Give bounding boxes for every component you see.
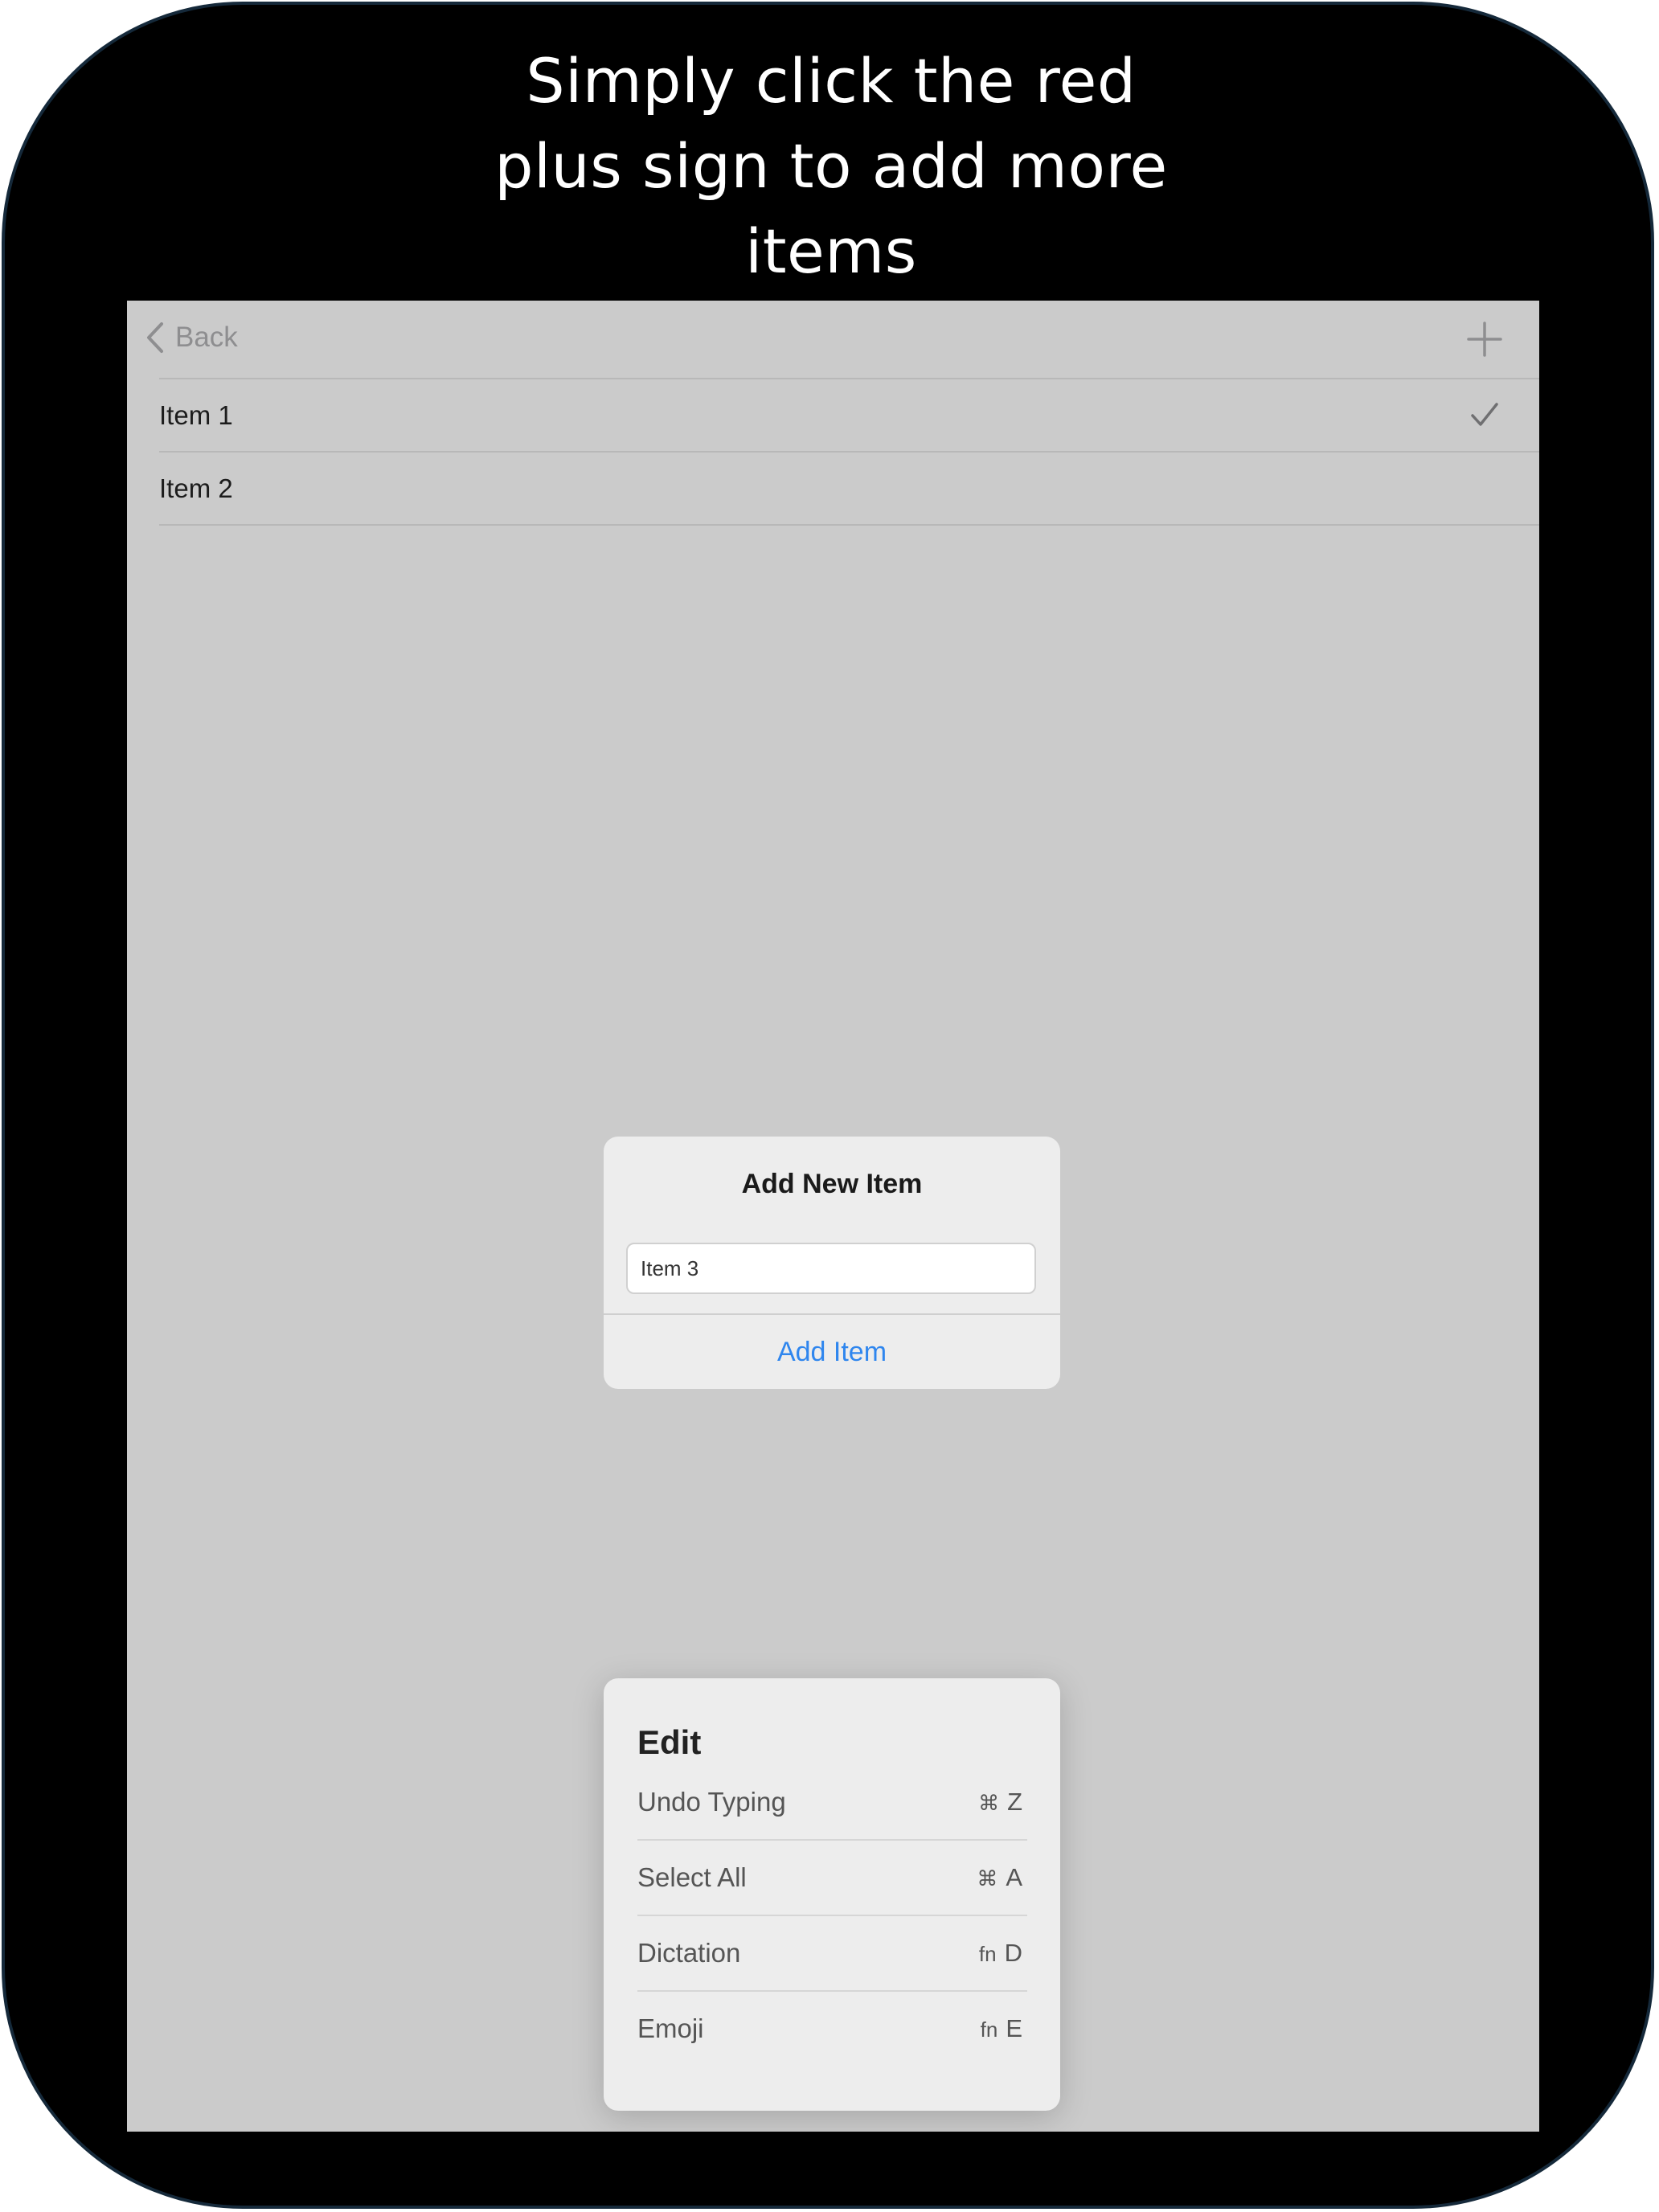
list-item-label: Item 1 [159,399,233,430]
caption-line: plus sign to add more [494,130,1168,202]
item-name-input[interactable] [626,1243,1036,1294]
menu-items: Undo Typing ⌘ Z Select All ⌘ A Dictation f… [637,1765,1027,2066]
add-item-dialog: Add New Item Add Item [604,1137,1060,1389]
navigation-bar: Back [127,301,1539,378]
keyboard-shortcut: fn D [979,1939,1022,1968]
list-item-label: Item 2 [159,473,233,503]
fn-key-label: fn [978,1942,997,1966]
back-label: Back [175,322,238,353]
list-item[interactable]: Item 2 [159,451,1539,526]
menu-item-dictation[interactable]: Dictation fn D [637,1915,1027,1990]
menu-item-emoji[interactable]: Emoji fn E [637,1990,1027,2066]
caption-line: Simply click the red [526,45,1137,117]
chevron-left-icon [147,322,163,353]
command-key-icon: ⌘ [978,1791,1000,1815]
command-key-icon: ⌘ [977,1866,998,1890]
menu-item-label: Select All [637,1862,747,1892]
shortcut-key: Z [1007,1788,1022,1816]
menu-title: Edit [637,1723,702,1761]
shortcut-key: D [1004,1939,1022,1967]
menu-item-undo-typing[interactable]: Undo Typing ⌘ Z [637,1765,1027,1839]
menu-item-label: Emoji [637,2013,704,2043]
menu-item-label: Dictation [637,1938,741,1968]
add-item-button[interactable]: Add Item [604,1315,1060,1389]
keyboard-shortcut: ⌘ A [977,1863,1022,1892]
menu-item-label: Undo Typing [637,1787,786,1817]
edit-menu: Edit Undo Typing ⌘ Z Select All ⌘ A Dictat… [604,1678,1060,2111]
item-list: Item 1 Item 2 [159,378,1539,526]
back-button[interactable]: Back [146,313,238,362]
keyboard-shortcut: fn E [981,2014,1022,2043]
list-item[interactable]: Item 1 [159,378,1539,451]
shortcut-key: E [1006,2014,1022,2042]
plus-icon[interactable] [1462,317,1507,362]
caption: Simply click the red plus sign to add mo… [5,39,1651,294]
menu-item-select-all[interactable]: Select All ⌘ A [637,1839,1027,1915]
caption-line: items [745,215,917,287]
shortcut-key: A [1006,1863,1022,1891]
checkmark-icon [1471,403,1498,426]
fn-key-label: fn [980,2017,998,2042]
dialog-title: Add New Item [741,1169,923,1199]
keyboard-shortcut: ⌘ Z [978,1788,1022,1817]
app-screen: Back Item 1 Item 2 Add New Item Add Item… [127,301,1539,2132]
